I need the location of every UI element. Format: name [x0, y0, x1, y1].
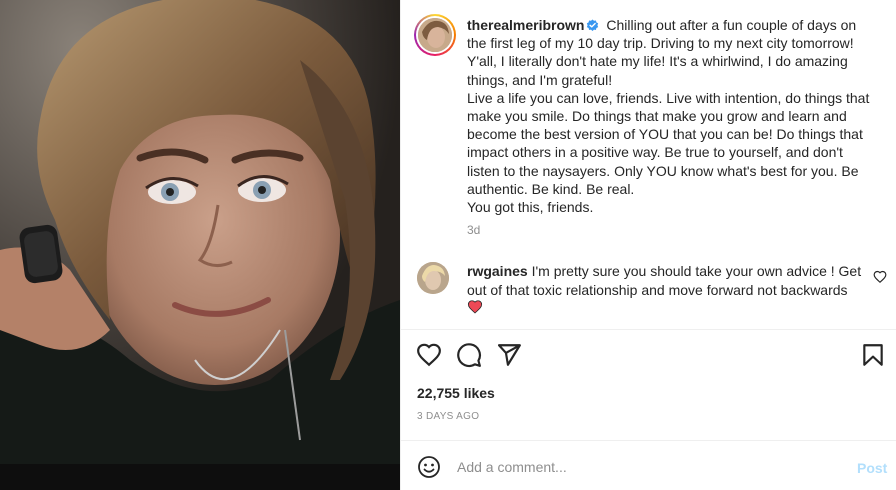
paper-plane-icon[interactable] [496, 342, 522, 368]
heart-icon[interactable] [416, 342, 442, 368]
liked-by-author-heart-icon [467, 300, 483, 314]
bookmark-icon[interactable] [860, 342, 886, 368]
comment-like-heart-icon[interactable] [873, 270, 887, 284]
verified-badge-icon [587, 19, 599, 31]
selfie-image [0, 0, 400, 490]
instagram-post-view: therealmeribrown Chilling out after a fu… [0, 0, 896, 490]
author-avatar-image [418, 18, 452, 52]
author-avatar[interactable] [414, 14, 456, 56]
compose-divider [401, 440, 896, 441]
caption-text-2: Live a life you can love, friends. Live … [467, 89, 870, 197]
actions-divider [401, 329, 896, 330]
post-comment-button[interactable]: Post [857, 460, 887, 476]
add-comment-input[interactable] [457, 454, 837, 480]
commenter-avatar[interactable] [417, 262, 449, 294]
commenter-username[interactable]: rwgaines [467, 263, 528, 279]
photo-letterbox [0, 464, 400, 490]
likes-count[interactable]: 22,755 likes [417, 385, 495, 401]
commenter-avatar-image [417, 262, 449, 294]
comment-item: rwgaines I'm pretty sure you should take… [467, 262, 867, 299]
emoji-icon[interactable] [417, 455, 441, 479]
author-username[interactable]: therealmeribrown [467, 17, 584, 33]
post-details-panel: therealmeribrown Chilling out after a fu… [400, 0, 896, 490]
post-caption: therealmeribrown Chilling out after a fu… [467, 16, 879, 216]
post-date[interactable]: 3 DAYS AGO [417, 411, 479, 422]
post-photo[interactable] [0, 0, 400, 490]
comment-bubble-icon[interactable] [456, 342, 482, 368]
post-timestamp[interactable]: 3d [467, 223, 480, 237]
caption-text-3: You got this, friends. [467, 199, 594, 216]
